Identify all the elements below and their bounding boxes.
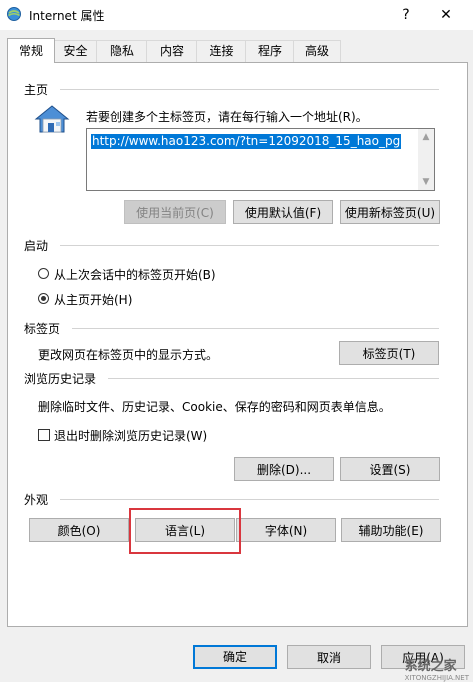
last-session-label: 从上次会话中的标签页开始(B) bbox=[54, 268, 216, 282]
tabs-section-title: 标签页 bbox=[24, 322, 61, 336]
startup-divider bbox=[60, 245, 439, 246]
delete-on-exit-label: 退出时删除浏览历史记录(W) bbox=[54, 429, 208, 443]
tab-advanced[interactable]: 高级 bbox=[293, 40, 341, 62]
tabs-settings-button[interactable]: 标签页(T) bbox=[339, 341, 439, 365]
startup-section-title: 启动 bbox=[24, 239, 49, 253]
url-scrollbar[interactable]: ▲ ▼ bbox=[418, 129, 434, 190]
close-button[interactable]: ✕ bbox=[426, 0, 466, 30]
home-divider bbox=[60, 89, 439, 90]
home-page-label: 从主页开始(H) bbox=[54, 293, 133, 307]
internet-options-icon bbox=[7, 7, 21, 21]
watermark-logo: 系统之家 XITONGZHIJIA.NET bbox=[404, 655, 469, 682]
tab-content[interactable]: 内容 bbox=[146, 40, 198, 62]
watermark-text: 系统之家 bbox=[404, 659, 457, 674]
house-icon bbox=[34, 105, 70, 133]
title-bar: Internet 属性 ? ✕ bbox=[0, 0, 473, 30]
use-current-button[interactable]: 使用当前页(C) bbox=[124, 200, 226, 224]
language-highlight-box bbox=[129, 508, 241, 554]
delete-on-exit-checkbox[interactable] bbox=[38, 429, 50, 441]
cancel-button[interactable]: 取消 bbox=[287, 645, 371, 669]
accessibility-button[interactable]: 辅助功能(E) bbox=[341, 518, 441, 542]
tab-privacy[interactable]: 隐私 bbox=[96, 40, 148, 62]
scroll-up-icon[interactable]: ▲ bbox=[418, 129, 434, 145]
tab-programs[interactable]: 程序 bbox=[245, 40, 295, 62]
window-title: Internet 属性 bbox=[29, 9, 105, 23]
tabs-description: 更改网页在标签页中的显示方式。 bbox=[38, 348, 219, 362]
appearance-section-title: 外观 bbox=[24, 493, 49, 507]
scroll-down-icon[interactable]: ▼ bbox=[418, 174, 434, 190]
delete-history-button[interactable]: 删除(D)... bbox=[234, 457, 334, 481]
home-url-text: http://www.hao123.com/?tn=12092018_15_ha… bbox=[91, 134, 402, 149]
tab-strip: 常规 安全 隐私 内容 连接 程序 高级 bbox=[0, 38, 473, 63]
colors-button[interactable]: 颜色(O) bbox=[29, 518, 129, 542]
appearance-divider bbox=[60, 499, 439, 500]
home-instruction: 若要创建多个主标签页，请在每行输入一个地址(R)。 bbox=[86, 110, 368, 124]
home-section-title: 主页 bbox=[24, 83, 49, 97]
help-button[interactable]: ? bbox=[386, 0, 426, 30]
radio-last-session[interactable] bbox=[38, 268, 49, 279]
history-description: 删除临时文件、历史记录、Cookie、保存的密码和网页表单信息。 bbox=[38, 400, 391, 414]
tab-connections[interactable]: 连接 bbox=[196, 40, 247, 62]
home-url-textarea[interactable]: http://www.hao123.com/?tn=12092018_15_ha… bbox=[86, 128, 435, 191]
fonts-button[interactable]: 字体(N) bbox=[236, 518, 336, 542]
tab-general[interactable]: 常规 bbox=[7, 38, 55, 63]
use-default-button[interactable]: 使用默认值(F) bbox=[233, 200, 333, 224]
use-new-tab-button[interactable]: 使用新标签页(U) bbox=[340, 200, 440, 224]
tab-security[interactable]: 安全 bbox=[53, 40, 98, 62]
history-divider bbox=[108, 378, 439, 379]
history-section-title: 浏览历史记录 bbox=[24, 372, 97, 386]
tabs-divider bbox=[72, 328, 439, 329]
ok-button[interactable]: 确定 bbox=[193, 645, 277, 669]
history-settings-button[interactable]: 设置(S) bbox=[340, 457, 440, 481]
radio-home-page[interactable] bbox=[38, 293, 49, 304]
